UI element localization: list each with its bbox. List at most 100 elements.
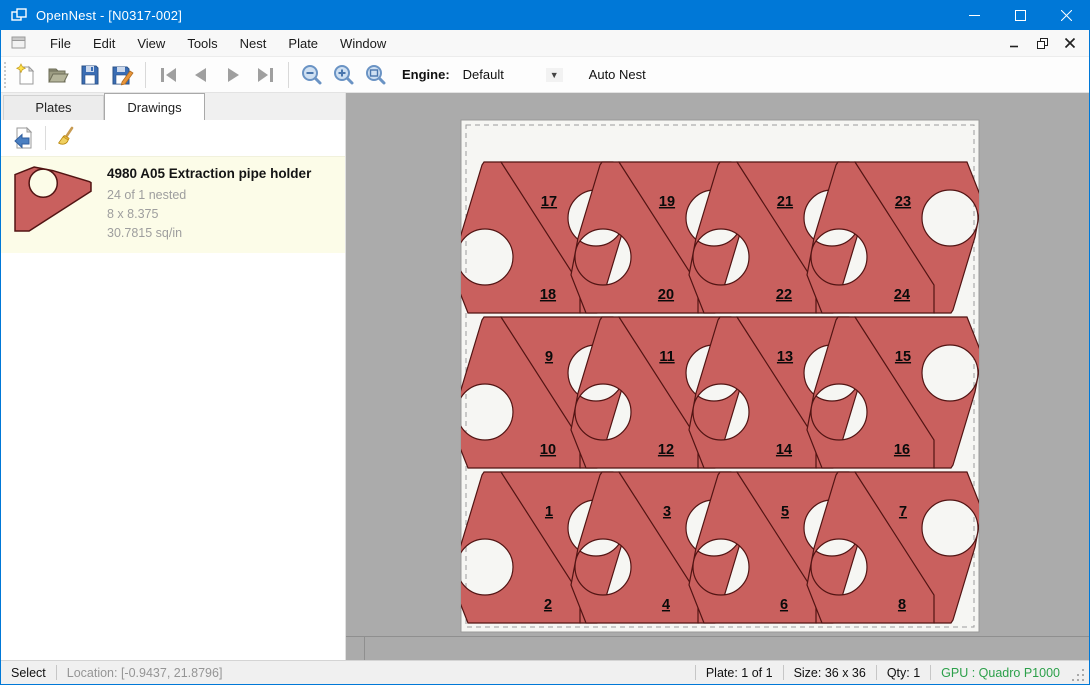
zoom-extents-button[interactable] bbox=[361, 60, 391, 90]
main-toolbar: Engine: Default ▼ Auto Nest bbox=[1, 57, 1089, 93]
zoom-out-button[interactable] bbox=[297, 60, 327, 90]
save-icon bbox=[78, 63, 102, 87]
app-icon bbox=[10, 6, 28, 24]
drawing-title: 4980 A05 Extraction pipe holder bbox=[107, 166, 311, 181]
tab-plates[interactable]: Plates bbox=[3, 95, 104, 120]
toolbar-separator bbox=[288, 62, 289, 88]
drawing-nested-count: 24 of 1 nested bbox=[107, 186, 311, 205]
broom-icon bbox=[55, 126, 79, 150]
status-plate: Plate: 1 of 1 bbox=[696, 666, 783, 680]
part-number-label: 23 bbox=[895, 194, 911, 210]
toolbar-separator bbox=[45, 126, 46, 150]
tab-drawings[interactable]: Drawings bbox=[104, 93, 205, 120]
mdi-controls bbox=[1003, 34, 1089, 52]
mdi-close-button[interactable] bbox=[1059, 34, 1081, 52]
part-number-label: 8 bbox=[898, 597, 906, 613]
menu-item-tools[interactable]: Tools bbox=[176, 32, 228, 55]
status-right: Plate: 1 of 1 Size: 36 x 36 Qty: 1 GPU :… bbox=[695, 663, 1089, 683]
last-plate-icon bbox=[253, 63, 277, 87]
close-button[interactable] bbox=[1043, 0, 1089, 30]
part-number-label: 12 bbox=[658, 442, 674, 458]
app-window: OpenNest - [N0317-002] FileEditViewTools… bbox=[0, 0, 1090, 685]
auto-nest-button[interactable]: Auto Nest bbox=[581, 63, 654, 86]
first-plate-button[interactable] bbox=[154, 60, 184, 90]
status-mode: Select bbox=[1, 666, 56, 680]
part-number-label: 5 bbox=[781, 504, 789, 520]
new-document-button[interactable] bbox=[11, 60, 41, 90]
menu-item-plate[interactable]: Plate bbox=[277, 32, 329, 55]
part-number-label: 7 bbox=[899, 504, 907, 520]
drawing-list-empty-space bbox=[1, 253, 345, 660]
menu-item-edit[interactable]: Edit bbox=[82, 32, 126, 55]
save-button[interactable] bbox=[75, 60, 105, 90]
plate-view[interactable]: 171819202122232491011121314151612345678 bbox=[346, 93, 1089, 636]
next-plate-button[interactable] bbox=[218, 60, 248, 90]
drawing-size: 8 x 8.375 bbox=[107, 205, 311, 224]
part-number-label: 15 bbox=[895, 349, 911, 365]
previous-plate-button[interactable] bbox=[186, 60, 216, 90]
canvas-scrollbar[interactable] bbox=[346, 636, 1089, 660]
status-bar: Select Location: [-0.9437, 21.8796] Plat… bbox=[1, 660, 1089, 684]
first-plate-icon bbox=[157, 63, 181, 87]
part-number-label: 2 bbox=[544, 597, 552, 613]
mdi-restore-button[interactable] bbox=[1031, 34, 1053, 52]
status-gpu: GPU : Quadro P1000 bbox=[931, 666, 1070, 680]
engine-value: Default bbox=[463, 67, 538, 82]
last-plate-button[interactable] bbox=[250, 60, 280, 90]
part-number-label: 13 bbox=[777, 349, 793, 365]
content-area: Plates Drawings bbox=[1, 93, 1089, 660]
zoom-extents-icon bbox=[364, 63, 388, 87]
zoom-in-button[interactable] bbox=[329, 60, 359, 90]
chevron-down-icon: ▼ bbox=[546, 68, 563, 82]
document-window-icon bbox=[11, 36, 27, 50]
part-number-label: 4 bbox=[662, 597, 670, 613]
engine-area: Engine: Default ▼ Auto Nest bbox=[402, 63, 654, 86]
drawings-toolbar bbox=[1, 120, 345, 156]
sidebar-tabs: Plates Drawings bbox=[1, 93, 345, 120]
part-number-label: 9 bbox=[545, 349, 553, 365]
menu-item-file[interactable]: File bbox=[39, 32, 82, 55]
part-number-label: 6 bbox=[780, 597, 788, 613]
drawing-area: 30.7815 sq/in bbox=[107, 224, 311, 243]
nest-canvas[interactable]: 171819202122232491011121314151612345678 bbox=[346, 93, 1089, 660]
minimize-button[interactable] bbox=[951, 0, 997, 30]
save-as-button[interactable] bbox=[107, 60, 137, 90]
save-as-icon bbox=[110, 63, 134, 87]
title-bar: OpenNest - [N0317-002] bbox=[1, 0, 1089, 30]
drawing-info: 4980 A05 Extraction pipe holder 24 of 1 … bbox=[107, 165, 311, 243]
drawing-list-item[interactable]: 4980 A05 Extraction pipe holder 24 of 1 … bbox=[1, 156, 345, 253]
part-number-label: 21 bbox=[777, 194, 793, 210]
engine-combobox[interactable]: Default ▼ bbox=[457, 64, 567, 85]
menu-items: FileEditViewToolsNestPlateWindow bbox=[39, 32, 397, 55]
toolbar-separator bbox=[145, 62, 146, 88]
status-size: Size: 36 x 36 bbox=[784, 666, 876, 680]
part-number-label: 18 bbox=[540, 287, 556, 303]
maximize-button[interactable] bbox=[997, 0, 1043, 30]
drawing-thumbnail bbox=[13, 165, 97, 243]
part-number-label: 24 bbox=[894, 287, 910, 303]
part-number-label: 14 bbox=[776, 442, 792, 458]
import-drawing-button[interactable] bbox=[9, 123, 39, 153]
zoom-in-icon bbox=[332, 63, 356, 87]
toolbar-grip[interactable] bbox=[4, 62, 10, 88]
mdi-minimize-button[interactable] bbox=[1003, 34, 1025, 52]
menu-item-window[interactable]: Window bbox=[329, 32, 397, 55]
zoom-out-icon bbox=[300, 63, 324, 87]
import-drawing-icon bbox=[12, 126, 36, 150]
open-file-button[interactable] bbox=[43, 60, 73, 90]
status-qty: Qty: 1 bbox=[877, 666, 930, 680]
part-number-label: 10 bbox=[540, 442, 556, 458]
resize-grip[interactable] bbox=[1072, 669, 1086, 683]
part-number-label: 20 bbox=[658, 287, 674, 303]
window-title: OpenNest - [N0317-002] bbox=[36, 8, 182, 23]
part-number-label: 3 bbox=[663, 504, 671, 520]
engine-label: Engine: bbox=[402, 67, 450, 82]
menu-item-view[interactable]: View bbox=[126, 32, 176, 55]
menu-item-nest[interactable]: Nest bbox=[229, 32, 278, 55]
sidebar-panel: Plates Drawings bbox=[1, 93, 346, 660]
part-number-label: 17 bbox=[541, 194, 557, 210]
clean-drawings-button[interactable] bbox=[52, 123, 82, 153]
part-number-label: 16 bbox=[894, 442, 910, 458]
part-number-label: 11 bbox=[659, 349, 674, 365]
new-document-icon bbox=[14, 63, 38, 87]
